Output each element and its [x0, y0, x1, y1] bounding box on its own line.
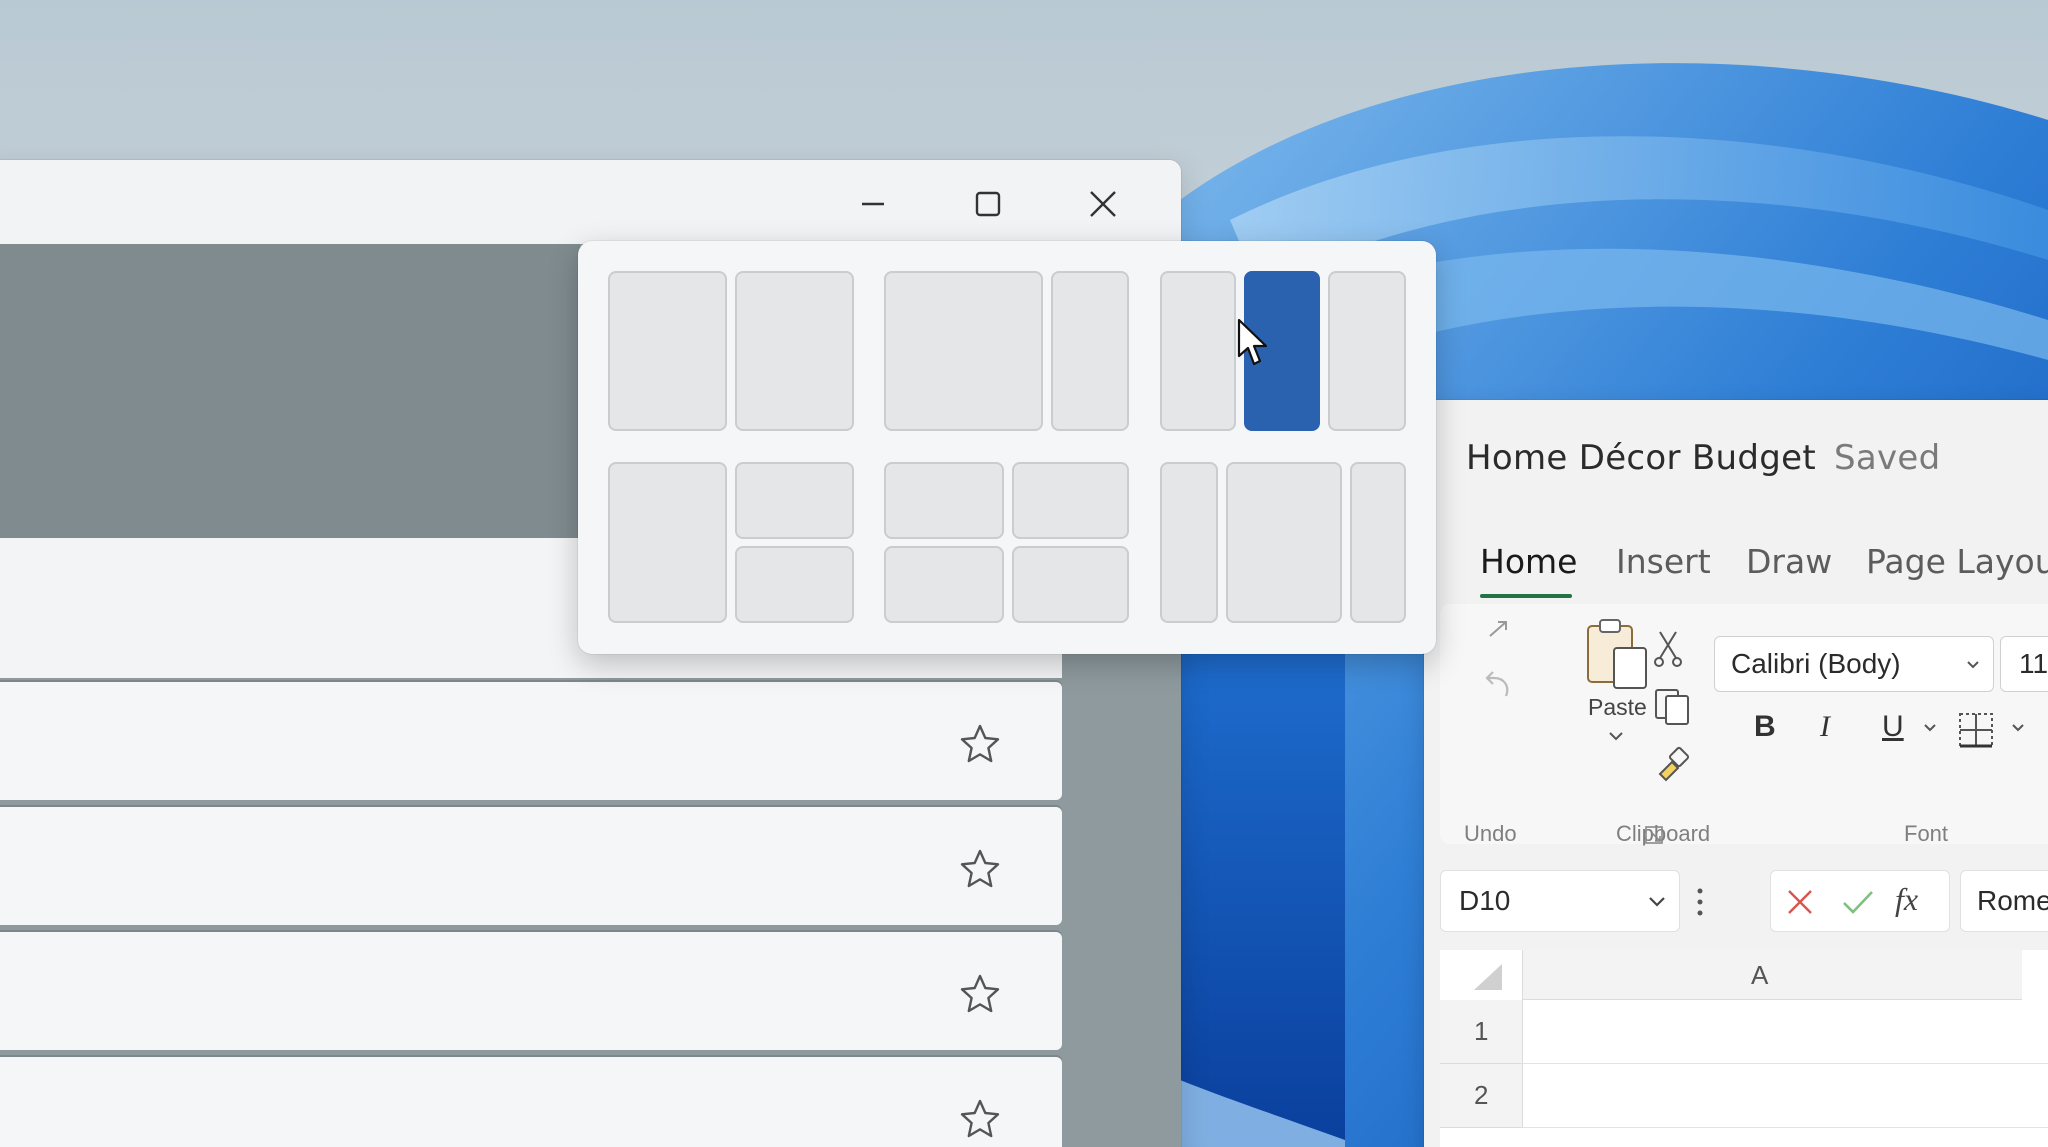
cut-icon[interactable] [1650, 628, 1686, 668]
snap-zone[interactable] [884, 462, 1004, 539]
formula-input[interactable]: Rome [1960, 870, 2048, 932]
snap-zone[interactable] [1350, 462, 1406, 623]
snap-zone[interactable] [735, 546, 854, 623]
save-status: Saved [1833, 438, 1941, 478]
chevron-down-icon [1967, 661, 1979, 669]
font-size-value: 11 [2019, 648, 2048, 679]
ribbon: Paste Calibri (Body) 11 B I U [1440, 604, 2048, 844]
maximize-button[interactable] [948, 174, 1028, 234]
borders-icon[interactable] [1956, 710, 1996, 750]
row-number: 2 [1474, 1080, 1489, 1110]
undo-group-label: Undo [1464, 821, 1517, 846]
cancel-icon[interactable] [1785, 887, 1815, 917]
paste-icon[interactable] [1582, 614, 1652, 694]
font-group-label: Font [1904, 821, 1949, 846]
snap-zone[interactable] [884, 546, 1004, 623]
list-item[interactable] [0, 682, 1062, 800]
tab-insert[interactable]: Insert [1616, 542, 1711, 581]
snap-zone[interactable] [608, 271, 727, 431]
redo-icon[interactable] [1484, 614, 1514, 644]
list-item[interactable] [0, 1057, 1062, 1147]
active-tab-indicator [1480, 594, 1572, 598]
tab-page-layout[interactable]: Page Layout [1866, 542, 2048, 581]
italic-button[interactable]: I [1820, 710, 1830, 744]
more-options-icon[interactable] [1694, 886, 1706, 918]
snap-zone[interactable] [1012, 462, 1129, 539]
minimize-icon [862, 202, 884, 206]
snap-zone[interactable] [1051, 271, 1129, 431]
chevron-down-icon[interactable] [2010, 722, 2026, 734]
desktop: Home Décor Budget Saved Home Insert Draw … [0, 0, 2048, 1147]
star-icon[interactable] [958, 1097, 1002, 1141]
copy-icon[interactable] [1652, 686, 1692, 726]
snap-zone[interactable] [735, 462, 854, 539]
chevron-down-icon[interactable] [1922, 722, 1938, 734]
formula-actions: fx [1770, 870, 1950, 932]
underline-button[interactable]: U [1882, 710, 1904, 744]
row-header-2[interactable]: 2 [1440, 1064, 1522, 1128]
maximize-icon [975, 191, 1001, 217]
worksheet-grid: A 1 2 [1440, 950, 2048, 1147]
workbook-name: Home Décor Budget [1466, 438, 1816, 478]
column-header-a[interactable]: A [1522, 950, 2022, 1000]
hero-banner [0, 244, 580, 538]
snap-zone[interactable] [1160, 462, 1218, 623]
column-header-label: A [1751, 960, 1769, 990]
cell-row-2[interactable] [1522, 1064, 2048, 1128]
list-item[interactable] [0, 932, 1062, 1050]
excel-window: Home Décor Budget Saved Home Insert Draw … [1424, 400, 2048, 1147]
format-painter-icon[interactable] [1652, 744, 1692, 784]
dialog-launcher-icon[interactable] [1644, 825, 1664, 845]
select-all-icon[interactable] [1470, 962, 1504, 992]
list-item[interactable] [0, 807, 1062, 925]
star-icon[interactable] [958, 722, 1002, 766]
font-name-dropdown[interactable]: Calibri (Body) [1714, 636, 1994, 692]
star-icon[interactable] [958, 847, 1002, 891]
minimize-button[interactable] [833, 174, 913, 234]
ribbon-tabs: Home Insert Draw Page Layout [1424, 542, 2048, 602]
chevron-down-icon[interactable] [1607, 730, 1625, 742]
snap-zone[interactable] [735, 271, 854, 431]
mouse-pointer-icon [1237, 318, 1268, 366]
formula-value: Rome [1977, 885, 2048, 916]
tab-home[interactable]: Home [1480, 542, 1577, 581]
snap-zone[interactable] [884, 271, 1043, 431]
insert-function-button[interactable]: fx [1895, 881, 1918, 918]
snap-zone[interactable] [608, 462, 727, 623]
row-number: 1 [1474, 1016, 1489, 1046]
enter-checkmark-icon[interactable] [1841, 887, 1875, 917]
snap-layouts-flyout [578, 241, 1436, 654]
snap-zone[interactable] [1160, 271, 1236, 431]
chevron-down-icon [1649, 897, 1665, 907]
star-icon[interactable] [958, 972, 1002, 1016]
font-name-value: Calibri (Body) [1731, 648, 1901, 679]
paste-label[interactable]: Paste [1588, 694, 1647, 721]
document-title: Home Décor Budget Saved [1466, 438, 1941, 478]
snap-zone[interactable] [1226, 462, 1342, 623]
name-box[interactable]: D10 [1440, 870, 1680, 932]
close-icon [1090, 191, 1116, 217]
bold-button[interactable]: B [1754, 710, 1776, 744]
close-button[interactable] [1063, 174, 1143, 234]
formula-bar: D10 fx Rome [1440, 870, 2048, 940]
snap-zone[interactable] [1328, 271, 1406, 431]
font-size-dropdown[interactable]: 11 [2000, 636, 2048, 692]
snap-zone[interactable] [1012, 546, 1129, 623]
title-bar [0, 160, 1181, 244]
row-header-1[interactable]: 1 [1440, 1000, 1522, 1064]
name-box-value: D10 [1459, 885, 1511, 916]
cell-row-1[interactable] [1522, 1000, 2048, 1064]
undo-icon[interactable] [1480, 668, 1516, 704]
tab-draw[interactable]: Draw [1746, 542, 1832, 581]
